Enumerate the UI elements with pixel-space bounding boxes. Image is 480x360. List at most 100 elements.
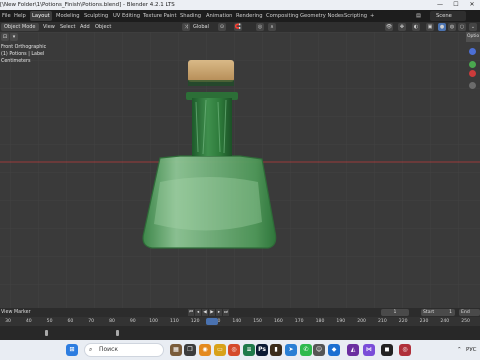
blender-icon[interactable]: ◉ bbox=[199, 344, 211, 356]
falloff-icon[interactable]: ∧ bbox=[268, 23, 276, 31]
system-tray-chevron-icon[interactable]: ⌃ bbox=[457, 344, 462, 356]
tab-compositing[interactable]: Compositing bbox=[264, 10, 301, 22]
menu-select[interactable]: Select bbox=[60, 22, 75, 32]
jump-start-icon[interactable]: ⏮ bbox=[188, 309, 194, 316]
timeline-ruler[interactable]: 3040506070809010011012013014015016017018… bbox=[0, 317, 480, 326]
proportional-edit-icon[interactable]: ◎ bbox=[256, 23, 264, 31]
navigation-gizmo[interactable] bbox=[466, 42, 480, 102]
material-shading-icon[interactable]: ◍ bbox=[448, 23, 456, 31]
timeline-scrub-area[interactable] bbox=[0, 326, 480, 340]
menu-add[interactable]: Add bbox=[80, 22, 90, 32]
timeline-view-menu[interactable]: View bbox=[1, 308, 12, 317]
app-icon-1[interactable]: ▦ bbox=[170, 344, 182, 356]
minimize-button[interactable]: — bbox=[432, 0, 448, 10]
start-label: Start bbox=[423, 310, 435, 315]
editor-type-icon[interactable]: ⊡ bbox=[1, 33, 9, 41]
current-frame-field[interactable]: 1 bbox=[381, 309, 409, 316]
add-workspace-button[interactable]: + bbox=[368, 10, 376, 22]
os-taskbar: ⊞ ⌕ Поиск ▦ ❐ ◉ ▭ ◎ ≡ Ps ▮ ➤ ✆ ☺ ◆ ◭ ⋈ ◼… bbox=[0, 340, 480, 360]
timeline-tick: 50 bbox=[46, 319, 53, 324]
menu-help[interactable]: Help bbox=[12, 10, 28, 22]
search-placeholder: Поиск bbox=[99, 346, 119, 353]
prev-key-icon[interactable]: ◂ bbox=[195, 309, 201, 316]
menu-file[interactable]: File bbox=[0, 10, 13, 22]
menu-view[interactable]: View bbox=[43, 22, 55, 32]
overlays-icon[interactable]: ◐ bbox=[412, 23, 420, 31]
gizmo-icon[interactable]: ✥ bbox=[398, 23, 406, 31]
timeline-tick: 120 bbox=[190, 319, 200, 324]
solid-shading-icon[interactable]: ● bbox=[438, 23, 446, 31]
snap-icon[interactable]: 🧲 bbox=[234, 23, 242, 31]
chrome-icon[interactable]: ◎ bbox=[228, 344, 240, 356]
menu-object[interactable]: Object bbox=[95, 22, 111, 32]
tab-uv-editing[interactable]: UV Editing bbox=[111, 10, 142, 22]
taskbar-search[interactable]: ⌕ Поиск bbox=[84, 343, 164, 357]
tab-layout[interactable]: Layout bbox=[30, 11, 52, 21]
transform-orientation-icon[interactable]: ⤨ bbox=[182, 23, 190, 31]
telegram-icon[interactable]: ➤ bbox=[285, 344, 297, 356]
whatsapp-icon[interactable]: ✆ bbox=[300, 344, 312, 356]
file-explorer-icon[interactable]: ▭ bbox=[214, 344, 226, 356]
maximize-button[interactable]: ☐ bbox=[448, 0, 464, 10]
next-key-icon[interactable]: ▸ bbox=[216, 309, 222, 316]
tab-texture-paint[interactable]: Texture Paint bbox=[141, 10, 178, 22]
timeline-tick: 30 bbox=[5, 319, 11, 324]
timeline-tick: 100 bbox=[149, 319, 158, 324]
options-button[interactable]: Optio bbox=[466, 32, 480, 42]
tab-geometry-nodes[interactable]: Geometry Nodes bbox=[298, 10, 346, 22]
app-icon-2[interactable]: ≡ bbox=[243, 344, 255, 356]
scene-icon: ▤ bbox=[416, 13, 421, 19]
app-icon-4[interactable]: ☺ bbox=[313, 344, 325, 356]
timeline[interactable]: 3040506070809010011012013014015016017018… bbox=[0, 317, 480, 340]
viewport-header-icons: ⊡ ▾ bbox=[0, 32, 480, 42]
tab-sculpting[interactable]: Sculpting bbox=[82, 10, 110, 22]
app-icon-8[interactable]: ◎ bbox=[399, 344, 411, 356]
rendered-shading-icon[interactable]: ○ bbox=[458, 23, 466, 31]
mode-selector[interactable]: Object Mode bbox=[1, 23, 39, 31]
tab-modeling[interactable]: Modeling bbox=[54, 10, 82, 22]
app-icon-5[interactable]: ◆ bbox=[328, 344, 340, 356]
app-icon-3[interactable]: ▮ bbox=[270, 344, 282, 356]
xray-icon[interactable]: ▣ bbox=[426, 23, 434, 31]
top-menubar: File Help Layout Modeling Sculpting UV E… bbox=[0, 10, 480, 22]
close-button[interactable]: ✕ bbox=[464, 0, 480, 10]
tab-shading[interactable]: Shading bbox=[178, 10, 203, 22]
tab-rendering[interactable]: Rendering bbox=[234, 10, 265, 22]
y-axis-gizmo-icon[interactable] bbox=[469, 61, 476, 68]
end-frame-field[interactable]: End bbox=[459, 309, 480, 316]
timeline-tick: 150 bbox=[253, 319, 262, 324]
tab-animation[interactable]: Animation bbox=[204, 10, 234, 22]
z-axis-gizmo-icon[interactable] bbox=[469, 48, 476, 55]
app-icon-7[interactable]: ◼ bbox=[381, 344, 393, 356]
jump-end-icon[interactable]: ⏭ bbox=[223, 309, 229, 316]
scrub-handle-right[interactable] bbox=[116, 330, 119, 336]
pivot-icon[interactable]: ⊙ bbox=[218, 23, 226, 31]
timeline-tick: 140 bbox=[232, 319, 242, 324]
shading-options-icon[interactable]: ⌄ bbox=[469, 23, 477, 31]
orientation-selector[interactable]: Global bbox=[193, 22, 209, 32]
timeline-tick: 110 bbox=[170, 319, 179, 324]
visual-studio-icon[interactable]: ⋈ bbox=[363, 344, 375, 356]
zoom-gizmo-icon[interactable] bbox=[469, 82, 476, 89]
play-reverse-icon[interactable]: ◀ bbox=[202, 309, 208, 316]
play-icon[interactable]: ▶ bbox=[209, 309, 215, 316]
scene-selector[interactable]: Scene bbox=[430, 11, 466, 21]
window-title: [\New Folder\1\Potions_Finish\Potions.bl… bbox=[0, 2, 175, 8]
photoshop-icon[interactable]: Ps bbox=[256, 344, 268, 356]
toggle-toolbar-icon[interactable]: ▾ bbox=[10, 33, 18, 41]
search-icon: ⌕ bbox=[89, 346, 93, 353]
start-icon[interactable]: ⊞ bbox=[66, 344, 78, 356]
timeline-marker-menu[interactable]: Marker bbox=[14, 308, 31, 317]
language-indicator[interactable]: РУС bbox=[466, 344, 477, 356]
timeline-header: View Marker ⏮ ◂ ◀ ▶ ▸ ⏭ 1 Start 1 End bbox=[0, 308, 480, 317]
start-value: 1 bbox=[449, 310, 452, 315]
3d-viewport[interactable]: ⊡ ▾ Front Orthographic (1) Potions | Lab… bbox=[0, 32, 480, 308]
task-view-icon[interactable]: ❐ bbox=[184, 344, 196, 356]
playhead[interactable] bbox=[206, 318, 218, 325]
tab-scripting[interactable]: Scripting bbox=[342, 10, 369, 22]
app-icon-6[interactable]: ◭ bbox=[347, 344, 359, 356]
visibility-icon[interactable]: 👁 bbox=[385, 23, 393, 31]
start-frame-field[interactable]: Start 1 bbox=[421, 309, 455, 316]
x-axis-gizmo-icon[interactable] bbox=[469, 70, 476, 77]
scrub-handle-left[interactable] bbox=[45, 330, 48, 336]
